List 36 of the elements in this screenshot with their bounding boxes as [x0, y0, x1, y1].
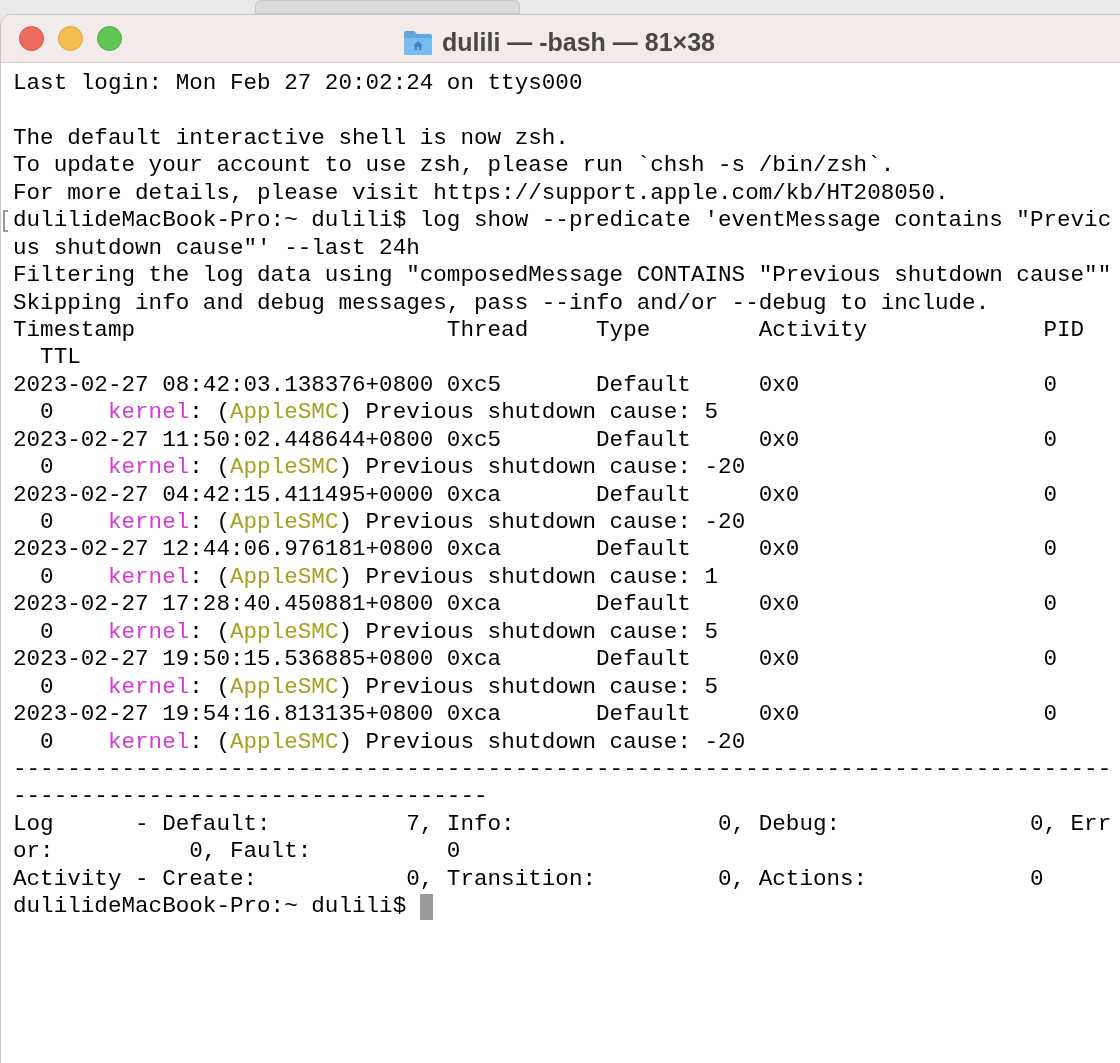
- log-entry-line: 0 kernel: (AppleSMC) Previous shutdown cause: 5: [39, 399, 719, 427]
- minimize-button[interactable]: [58, 26, 83, 51]
- close-button[interactable]: [19, 26, 44, 51]
- terminal-line: Skipping info and debug messages, pass --info and/or --debug to include.: [13, 289, 990, 317]
- terminal-line: or: 0, Fault: 0: [13, 838, 461, 866]
- terminal-line: 2023-02-27 11:50:02.448644+0800 0xc5 Default 0x0 0: [13, 426, 1057, 455]
- window-title: dulili — -bash — 81×38: [442, 27, 715, 58]
- terminal-line: Timestamp Thread Type Activity PID: [13, 316, 1085, 345]
- terminal-line: 2023-02-27 08:42:03.138376+0800 0xc5 Default 0x0 0: [13, 371, 1057, 400]
- log-entry-line: 0 kernel: (AppleSMC) Previous shutdown cause: 5: [39, 673, 719, 702]
- terminal-line: Activity - Create: 0, Transition: 0, Actions: 0: [13, 865, 1044, 894]
- terminal-line: us shutdown cause"' --last 24h: [13, 234, 420, 263]
- terminal-line: 2023-02-27 12:44:06.976181+0800 0xca Default 0x0 0: [13, 536, 1057, 564]
- terminal-line: 2023-02-27 19:54:16.813135+0800 0xca Default 0x0 0: [13, 701, 1057, 729]
- terminal-line: 2023-02-27 17:28:40.450881+0800 0xca Default 0x0 0: [13, 591, 1057, 619]
- log-entry-line: 0 kernel: (AppleSMC) Previous shutdown cause: 1: [39, 563, 719, 592]
- terminal-line: -----------------------------------: [13, 783, 488, 811]
- log-entry-line: 0 kernel: (AppleSMC) Previous shutdown cause: -20: [39, 509, 746, 537]
- command-line: dulilideMacBook-Pro:~ dulili$ log show --predicate 'eventMessage contains "Previc: [13, 207, 1112, 235]
- terminal-line: 2023-02-27 04:42:15.411495+0000 0xca Default 0x0 0: [13, 481, 1057, 509]
- log-entry-line: 0 kernel: (AppleSMC) Previous shutdown cause: 5: [39, 618, 719, 647]
- zoom-button[interactable]: [97, 26, 122, 51]
- terminal-line: TTL: [39, 344, 81, 372]
- terminal-line: The default interactive shell is now zsh.: [13, 124, 569, 153]
- terminal-line: Log - Default: 7, Info: 0, Debug: 0, Err: [13, 810, 1112, 839]
- terminal-line: ---------------------------------------------------------------------------------: [13, 755, 1112, 784]
- prompt-line: dulilideMacBook-Pro:~ dulili$: [13, 893, 408, 921]
- terminal-line: To update your account to use zsh, please run `chsh -s /bin/zsh`.: [13, 152, 895, 180]
- mark-bracket-icon: [3, 210, 8, 233]
- log-entry-line: 0 kernel: (AppleSMC) Previous shutdown cause: -20: [39, 728, 746, 756]
- terminal-line: Last login: Mon Feb 27 20:02:24 on ttys000: [13, 70, 583, 98]
- log-entry-line: 0 kernel: (AppleSMC) Previous shutdown cause: -20: [39, 454, 746, 482]
- terminal-line: 2023-02-27 19:50:15.536885+0800 0xca Default 0x0 0: [13, 646, 1057, 674]
- home-folder-icon: [403, 29, 433, 57]
- terminal-line: For more details, please visit https://support.apple.com/kb/HT208050.: [13, 179, 949, 208]
- terminal-line: Filtering the log data using "composedMessage CONTAINS "Previous shutdown cause"": [13, 262, 1112, 290]
